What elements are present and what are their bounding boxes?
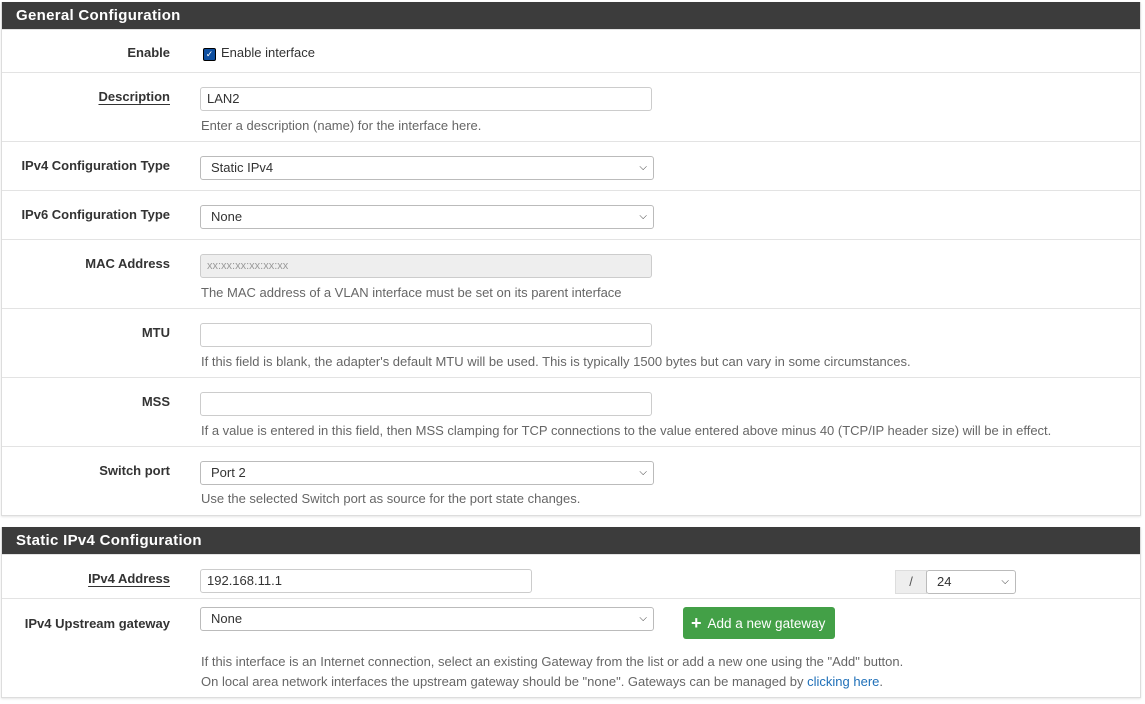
- enable-checkbox[interactable]: ✓: [203, 48, 216, 61]
- cidr-slash: /: [895, 570, 927, 594]
- ipv4-address-value: 192.168.11.1: [207, 573, 282, 588]
- ipv4-type-label: IPv4 Configuration Type: [21, 158, 170, 173]
- ipv6-type-value: None: [211, 209, 243, 224]
- mac-label: MAC Address: [85, 256, 170, 271]
- mss-input[interactable]: [200, 392, 652, 416]
- mac-help: The MAC address of a VLAN interface must…: [201, 285, 622, 300]
- description-input[interactable]: LAN2: [200, 87, 652, 111]
- switch-port-help: Use the selected Switch port as source f…: [201, 491, 581, 506]
- ipv4-gateway-row: IPv4 Upstream gateway None ⌵ + Add a new g…: [2, 598, 1140, 697]
- mss-help: If a value is entered in this field, the…: [201, 423, 1052, 438]
- static-ipv4-panel: Static IPv4 Configuration IPv4 Address 1…: [1, 527, 1141, 698]
- mac-input: xx:xx:xx:xx:xx:xx: [200, 254, 652, 278]
- ipv4-gateway-value: None: [211, 611, 243, 626]
- switch-port-label: Switch port: [99, 463, 170, 478]
- gateway-help-2: On local area network interfaces the ups…: [201, 674, 883, 689]
- ipv4-gateway-select[interactable]: None ⌵: [200, 607, 654, 631]
- plus-icon: +: [691, 613, 702, 633]
- gateway-help-text: On local area network interfaces the ups…: [201, 674, 808, 689]
- ipv4-address-row: IPv4 Address 192.168.11.1 / 24 ⌵: [2, 554, 1140, 598]
- switch-port-row: Switch port Port 2 ⌵ Use the selected Swi…: [2, 446, 1140, 515]
- ipv4-address-label: IPv4 Address: [88, 571, 170, 586]
- ipv4-type-select[interactable]: Static IPv4 ⌵: [200, 156, 654, 180]
- mss-label: MSS: [141, 394, 170, 409]
- general-configuration-panel: General Configuration Enable ✓ Enable in…: [1, 2, 1141, 516]
- mtu-input[interactable]: [200, 323, 652, 347]
- enable-row: Enable ✓ Enable interface: [2, 29, 1140, 72]
- gateway-help-suffix: .: [879, 674, 884, 689]
- description-row: Description LAN2 Enter a description (na…: [2, 72, 1140, 141]
- mtu-label: MTU: [141, 325, 170, 340]
- panel-title: General Configuration: [2, 2, 1140, 29]
- chevron-down-icon: ⌵: [1001, 576, 1009, 587]
- description-value: LAN2: [207, 91, 240, 106]
- panel-title: Static IPv4 Configuration: [2, 527, 1140, 554]
- mtu-help: If this field is blank, the adapter's de…: [201, 354, 911, 369]
- ipv4-gateway-label: IPv4 Upstream gateway: [24, 616, 170, 631]
- cidr-select[interactable]: 24 ⌵: [926, 570, 1016, 594]
- ipv4-address-input[interactable]: 192.168.11.1: [200, 569, 532, 593]
- ipv4-type-row: IPv4 Configuration Type Static IPv4 ⌵: [2, 141, 1140, 190]
- add-gateway-button[interactable]: + Add a new gateway: [683, 607, 835, 639]
- switch-port-select[interactable]: Port 2 ⌵: [200, 461, 654, 485]
- add-gateway-label: Add a new gateway: [707, 616, 826, 631]
- enable-checkbox-label[interactable]: Enable interface: [221, 45, 315, 60]
- description-help: Enter a description (name) for the inter…: [201, 118, 482, 133]
- enable-label: Enable: [127, 45, 170, 60]
- cidr-value: 24: [937, 574, 952, 589]
- mac-row: MAC Address xx:xx:xx:xx:xx:xx The MAC ad…: [2, 239, 1140, 308]
- gateway-help-1: If this interface is an Internet connect…: [201, 654, 904, 669]
- mtu-row: MTU If this field is blank, the adapter'…: [2, 308, 1140, 377]
- chevron-down-icon: ⌵: [639, 162, 647, 173]
- switch-port-value: Port 2: [211, 465, 246, 480]
- ipv6-type-label: IPv6 Configuration Type: [21, 207, 170, 222]
- mac-placeholder: xx:xx:xx:xx:xx:xx: [207, 260, 289, 272]
- chevron-down-icon: ⌵: [639, 467, 647, 478]
- ipv6-type-select[interactable]: None ⌵: [200, 205, 654, 229]
- chevron-down-icon: ⌵: [639, 613, 647, 624]
- ipv6-type-row: IPv6 Configuration Type None ⌵: [2, 190, 1140, 239]
- mss-row: MSS If a value is entered in this field,…: [2, 377, 1140, 446]
- manage-gateways-link[interactable]: clicking here: [807, 674, 879, 689]
- ipv4-type-value: Static IPv4: [211, 160, 274, 175]
- description-label: Description: [98, 89, 170, 104]
- chevron-down-icon: ⌵: [639, 211, 647, 222]
